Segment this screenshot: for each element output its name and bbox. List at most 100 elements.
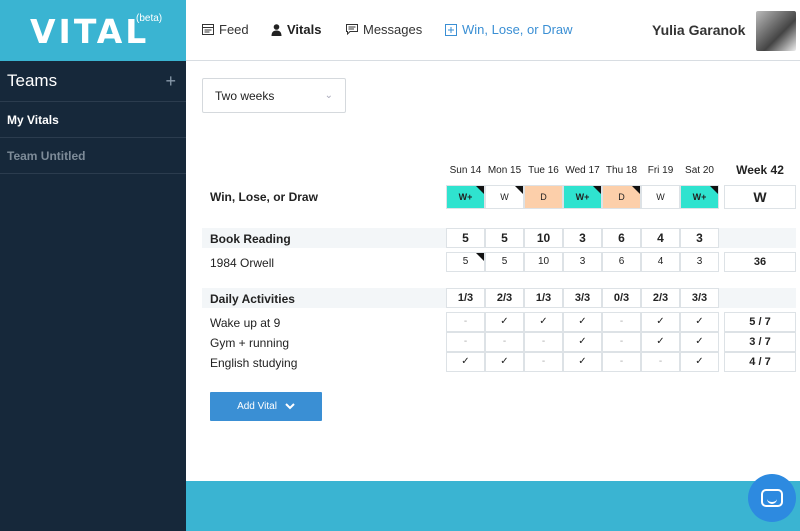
wld-cell[interactable]: W+: [446, 185, 485, 209]
daily-total-cell: 1/3: [446, 288, 485, 308]
message-icon: [346, 24, 358, 35]
sidebar: Teams + My Vitals Team Untitled: [0, 61, 186, 531]
wld-cell[interactable]: W: [641, 185, 680, 209]
orwell-cell[interactable]: 5: [446, 252, 485, 272]
orwell-cell[interactable]: 3: [680, 252, 719, 272]
daily-activities-label: Daily Activities: [210, 292, 295, 306]
wld-row-label: Win, Lose, or Draw: [210, 190, 318, 204]
activity-cell[interactable]: ✓: [485, 352, 524, 372]
activity-cell[interactable]: ✓: [485, 312, 524, 332]
top-nav: Feed Vitals Messages Win, Lose, or Draw …: [186, 0, 800, 61]
orwell-label[interactable]: 1984 Orwell: [210, 256, 274, 270]
activity-cell[interactable]: ✓: [641, 312, 680, 332]
nav-vitals[interactable]: Vitals: [271, 22, 321, 37]
sidebar-teams-header: Teams +: [0, 61, 186, 102]
orwell-cell[interactable]: 6: [602, 252, 641, 272]
activity-cell[interactable]: ✓: [680, 312, 719, 332]
activity-cell[interactable]: ✓: [680, 332, 719, 352]
activity-cell[interactable]: -: [524, 352, 563, 372]
activity-cell[interactable]: ✓: [446, 352, 485, 372]
wld-cell[interactable]: W+: [680, 185, 719, 209]
add-vital-button[interactable]: Add Vital: [210, 392, 322, 421]
activity-cell[interactable]: ✓: [563, 312, 602, 332]
wld-cell[interactable]: W+: [563, 185, 602, 209]
wld-cell[interactable]: D: [602, 185, 641, 209]
activity-cell[interactable]: ✓: [680, 352, 719, 372]
chat-launcher-button[interactable]: [748, 474, 796, 522]
activity-cell[interactable]: -: [485, 332, 524, 352]
activity-label[interactable]: English studying: [210, 356, 297, 370]
activity-cell[interactable]: -: [641, 352, 680, 372]
activity-cell[interactable]: -: [446, 332, 485, 352]
day-header: Wed 17: [565, 165, 600, 176]
activity-week-cell: 4 / 7: [724, 352, 796, 372]
book-reading-label: Book Reading: [210, 232, 291, 246]
orwell-cell[interactable]: 4: [641, 252, 680, 272]
add-vital-label: Add Vital: [237, 401, 277, 412]
feed-icon: [202, 24, 214, 35]
logo-text: VITAL: [30, 12, 150, 51]
day-header: Mon 15: [487, 165, 522, 176]
day-header: Tue 16: [528, 165, 559, 176]
daily-total-cell: 2/3: [641, 288, 680, 308]
activity-cell[interactable]: -: [602, 352, 641, 372]
plus-square-icon: [445, 23, 457, 36]
chat-icon: [761, 489, 783, 507]
daily-total-cell: 3/3: [563, 288, 602, 308]
nav-feed[interactable]: Feed: [202, 22, 249, 37]
activity-week-cell: 5 / 7: [724, 312, 796, 332]
period-select[interactable]: Two weeks ⌄: [202, 78, 346, 113]
nav-feed-label: Feed: [219, 22, 249, 37]
avatar[interactable]: [756, 11, 796, 51]
orwell-cell[interactable]: 10: [524, 252, 563, 272]
book-total-cell: 6: [602, 228, 641, 248]
nav-vitals-label: Vitals: [287, 22, 322, 37]
day-header: Sat 20: [685, 165, 714, 176]
activity-cell[interactable]: ✓: [641, 332, 680, 352]
add-team-icon[interactable]: +: [165, 71, 176, 92]
chevron-down-icon: ⌄: [324, 90, 333, 101]
activity-cell[interactable]: -: [524, 332, 563, 352]
nav-win-lose-draw[interactable]: Win, Lose, or Draw: [445, 22, 573, 37]
person-icon: [271, 23, 282, 36]
activity-cell[interactable]: -: [602, 312, 641, 332]
week-header: Week 42: [736, 163, 784, 177]
activity-cell[interactable]: -: [446, 312, 485, 332]
nav-wld-label: Win, Lose, or Draw: [462, 22, 573, 37]
daily-total-cell: 0/3: [602, 288, 641, 308]
wld-cell[interactable]: D: [524, 185, 563, 209]
daily-total-cell: 1/3: [524, 288, 563, 308]
logo[interactable]: VITAL (beta): [0, 0, 186, 61]
book-total-cell: 5: [485, 228, 524, 248]
wld-week-cell: W: [724, 185, 796, 209]
book-total-cell: 3: [563, 228, 602, 248]
nav-messages[interactable]: Messages: [346, 22, 422, 37]
activity-label[interactable]: Wake up at 9: [210, 316, 280, 330]
wld-cell[interactable]: W: [485, 185, 524, 209]
book-total-cell: 3: [680, 228, 719, 248]
orwell-week-cell: 36: [724, 252, 796, 272]
activity-cell[interactable]: ✓: [524, 312, 563, 332]
activity-cell[interactable]: -: [602, 332, 641, 352]
beta-badge: (beta): [136, 13, 163, 24]
sidebar-item-my-vitals[interactable]: My Vitals: [0, 102, 186, 138]
user-name[interactable]: Yulia Garanok: [652, 22, 745, 38]
activity-cell[interactable]: ✓: [563, 332, 602, 352]
orwell-cell[interactable]: 5: [485, 252, 524, 272]
day-header: Thu 18: [605, 165, 638, 176]
daily-total-cell: 3/3: [680, 288, 719, 308]
orwell-cell[interactable]: 3: [563, 252, 602, 272]
book-total-cell: 5: [446, 228, 485, 248]
day-header: Fri 19: [647, 165, 674, 176]
period-select-value: Two weeks: [215, 88, 275, 103]
teams-title: Teams: [7, 71, 58, 90]
footer-bar: [186, 481, 800, 531]
activity-cell[interactable]: ✓: [563, 352, 602, 372]
daily-total-cell: 2/3: [485, 288, 524, 308]
nav-messages-label: Messages: [363, 22, 423, 37]
sidebar-item-team-untitled[interactable]: Team Untitled: [0, 138, 186, 174]
activity-week-cell: 3 / 7: [724, 332, 796, 352]
activity-label[interactable]: Gym + running: [210, 336, 289, 350]
chevron-down-icon: [285, 403, 295, 410]
book-total-cell: 10: [524, 228, 563, 248]
